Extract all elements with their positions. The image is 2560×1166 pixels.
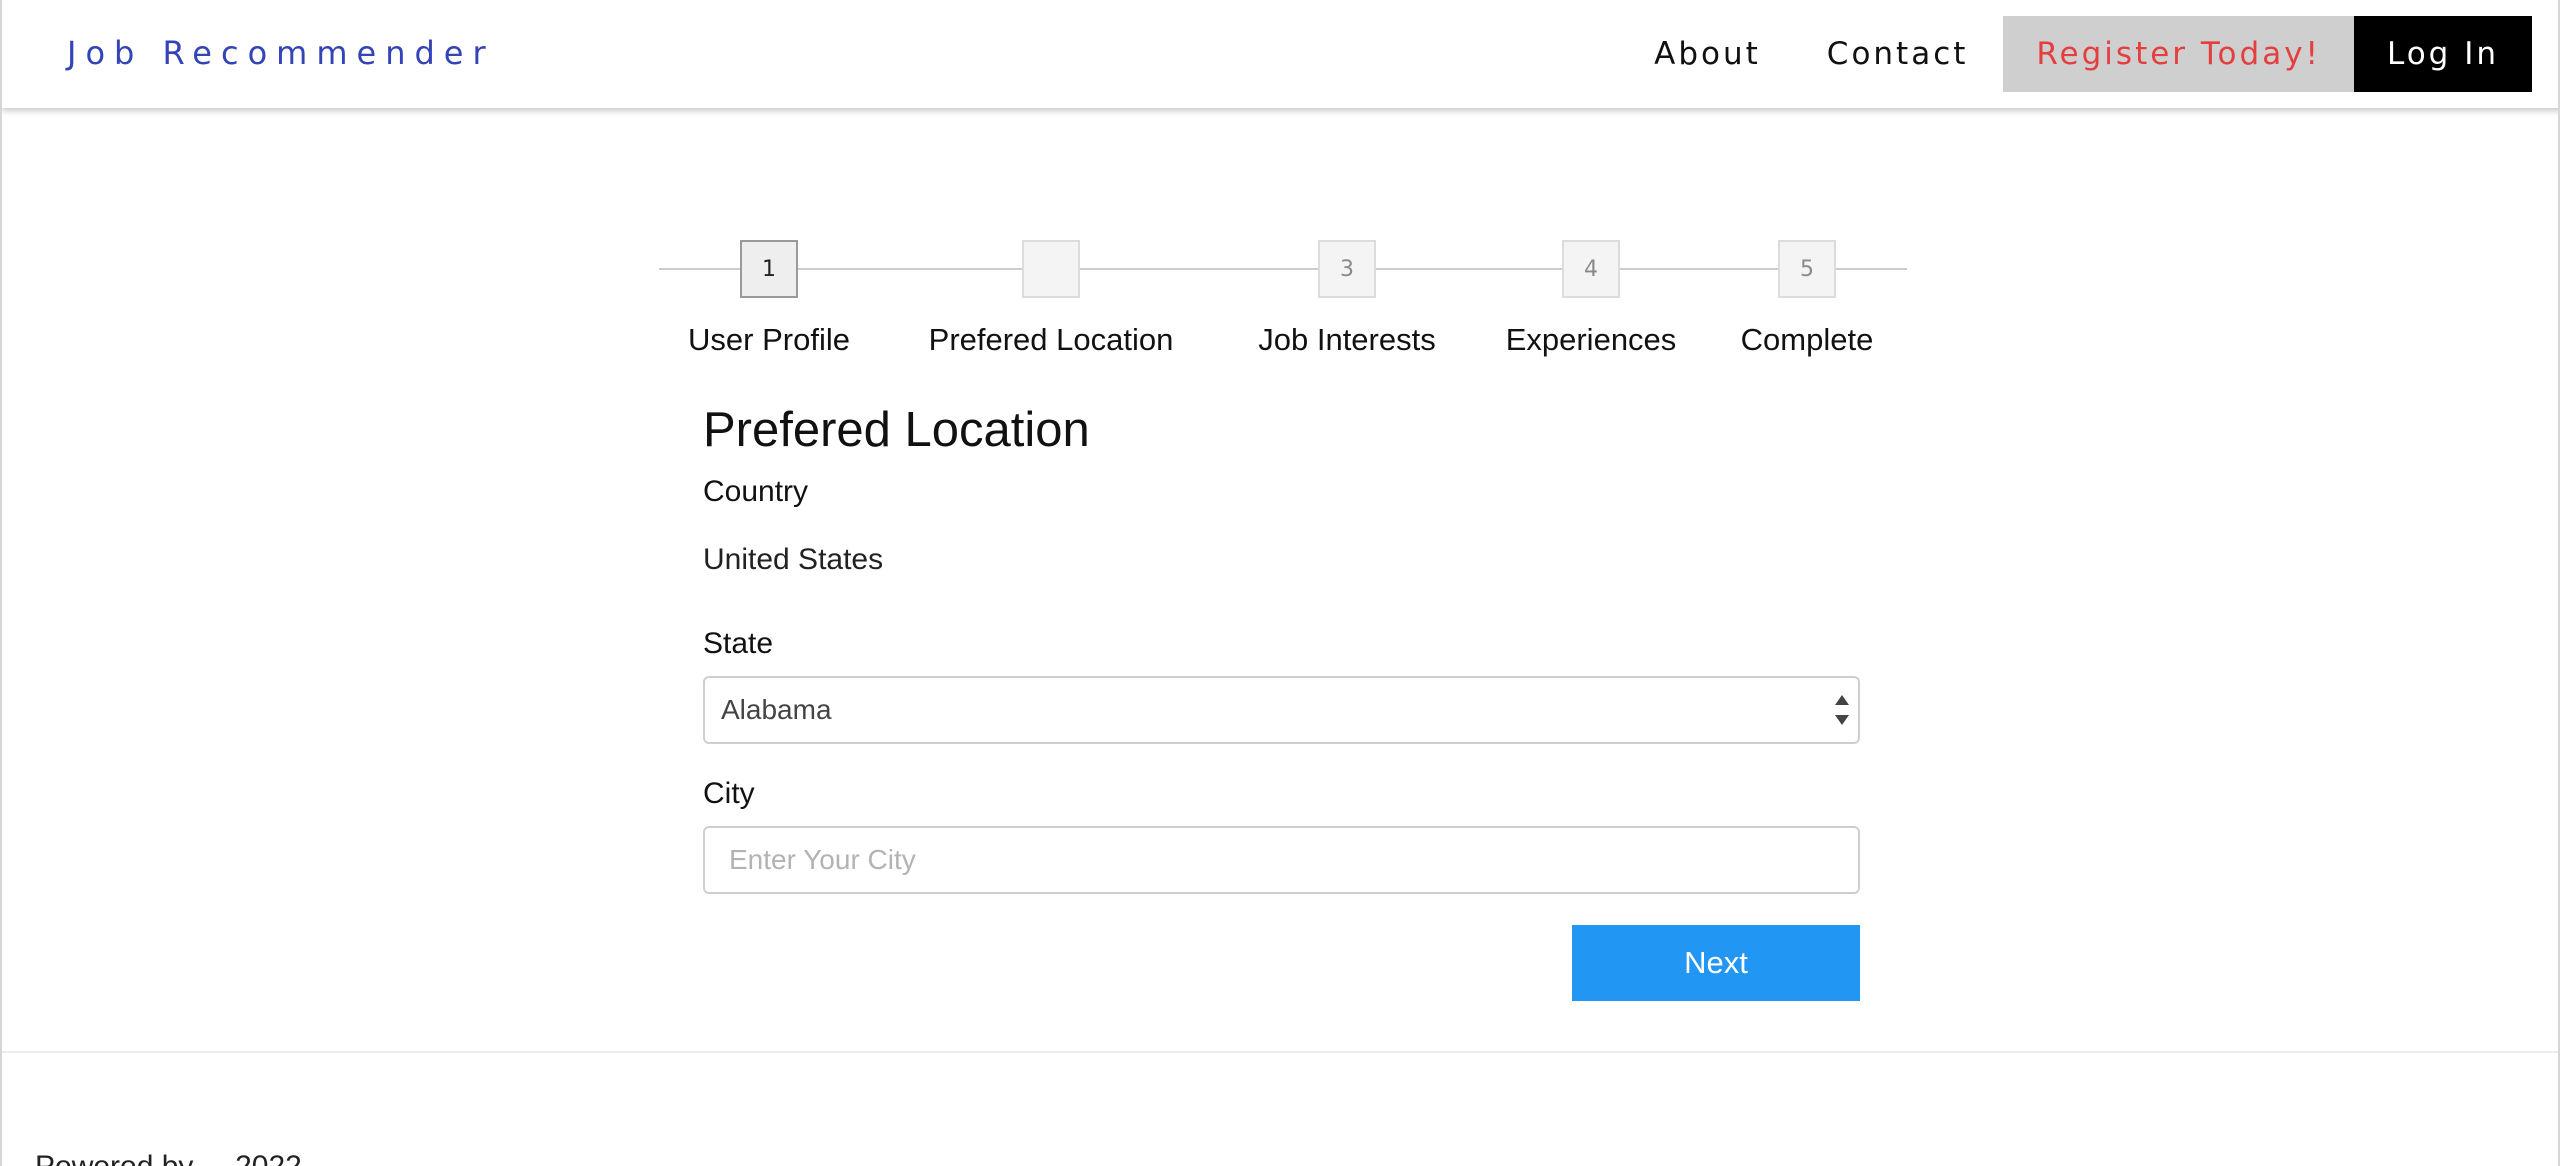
city-input[interactable] xyxy=(705,828,1858,892)
nav-about-link[interactable]: About xyxy=(1621,16,1794,92)
step-label: Prefered Location xyxy=(928,322,1174,357)
step-number-box: 5 xyxy=(1778,240,1836,298)
step-complete: 5 Complete xyxy=(1677,240,1937,358)
location-form: Prefered Location Country United States … xyxy=(703,400,1860,1001)
city-field-wrapper xyxy=(703,826,1860,894)
state-label: State xyxy=(703,627,774,660)
brand-logo-link[interactable]: Job Recommender xyxy=(67,34,495,72)
country-value: United States xyxy=(703,543,884,576)
select-arrows-icon xyxy=(1834,695,1850,725)
state-select[interactable]: Alabama xyxy=(703,676,1860,744)
form-title: Prefered Location xyxy=(703,403,1090,457)
top-navbar: Job Recommender About Contact Register T… xyxy=(2,0,2558,108)
step-number-box: 4 xyxy=(1562,240,1620,298)
footer-divider xyxy=(2,1051,2558,1053)
step-label: User Profile xyxy=(688,322,850,357)
login-button[interactable]: Log In xyxy=(2353,16,2532,92)
city-label: City xyxy=(703,777,755,810)
country-label: Country xyxy=(703,475,809,508)
form-actions: Next xyxy=(703,925,1860,1001)
step-prefered-location: 2 Prefered Location xyxy=(921,240,1181,358)
state-selected-value: Alabama xyxy=(721,694,832,725)
step-number-box: 3 xyxy=(1318,240,1376,298)
page: Job Recommender About Contact Register T… xyxy=(0,0,2560,1166)
progress-stepper: 1 User Profile 2 Prefered Location 3 Job… xyxy=(659,240,1907,370)
step-label: Complete xyxy=(1740,322,1874,357)
main-nav: About Contact Register Today! Log In xyxy=(1621,16,2532,92)
step-user-profile: 1 User Profile xyxy=(639,240,899,358)
step-number-box: 1 xyxy=(740,240,798,298)
footer-text: Powered by ... 2022 xyxy=(35,1150,302,1166)
step-job-interests: 3 Job Interests xyxy=(1217,240,1477,358)
nav-contact-link[interactable]: Contact xyxy=(1794,16,2002,92)
step-label: Job Interests xyxy=(1258,322,1436,357)
register-button[interactable]: Register Today! xyxy=(2003,16,2354,92)
step-number-box: 2 xyxy=(1022,240,1080,298)
next-button[interactable]: Next xyxy=(1572,925,1860,1001)
